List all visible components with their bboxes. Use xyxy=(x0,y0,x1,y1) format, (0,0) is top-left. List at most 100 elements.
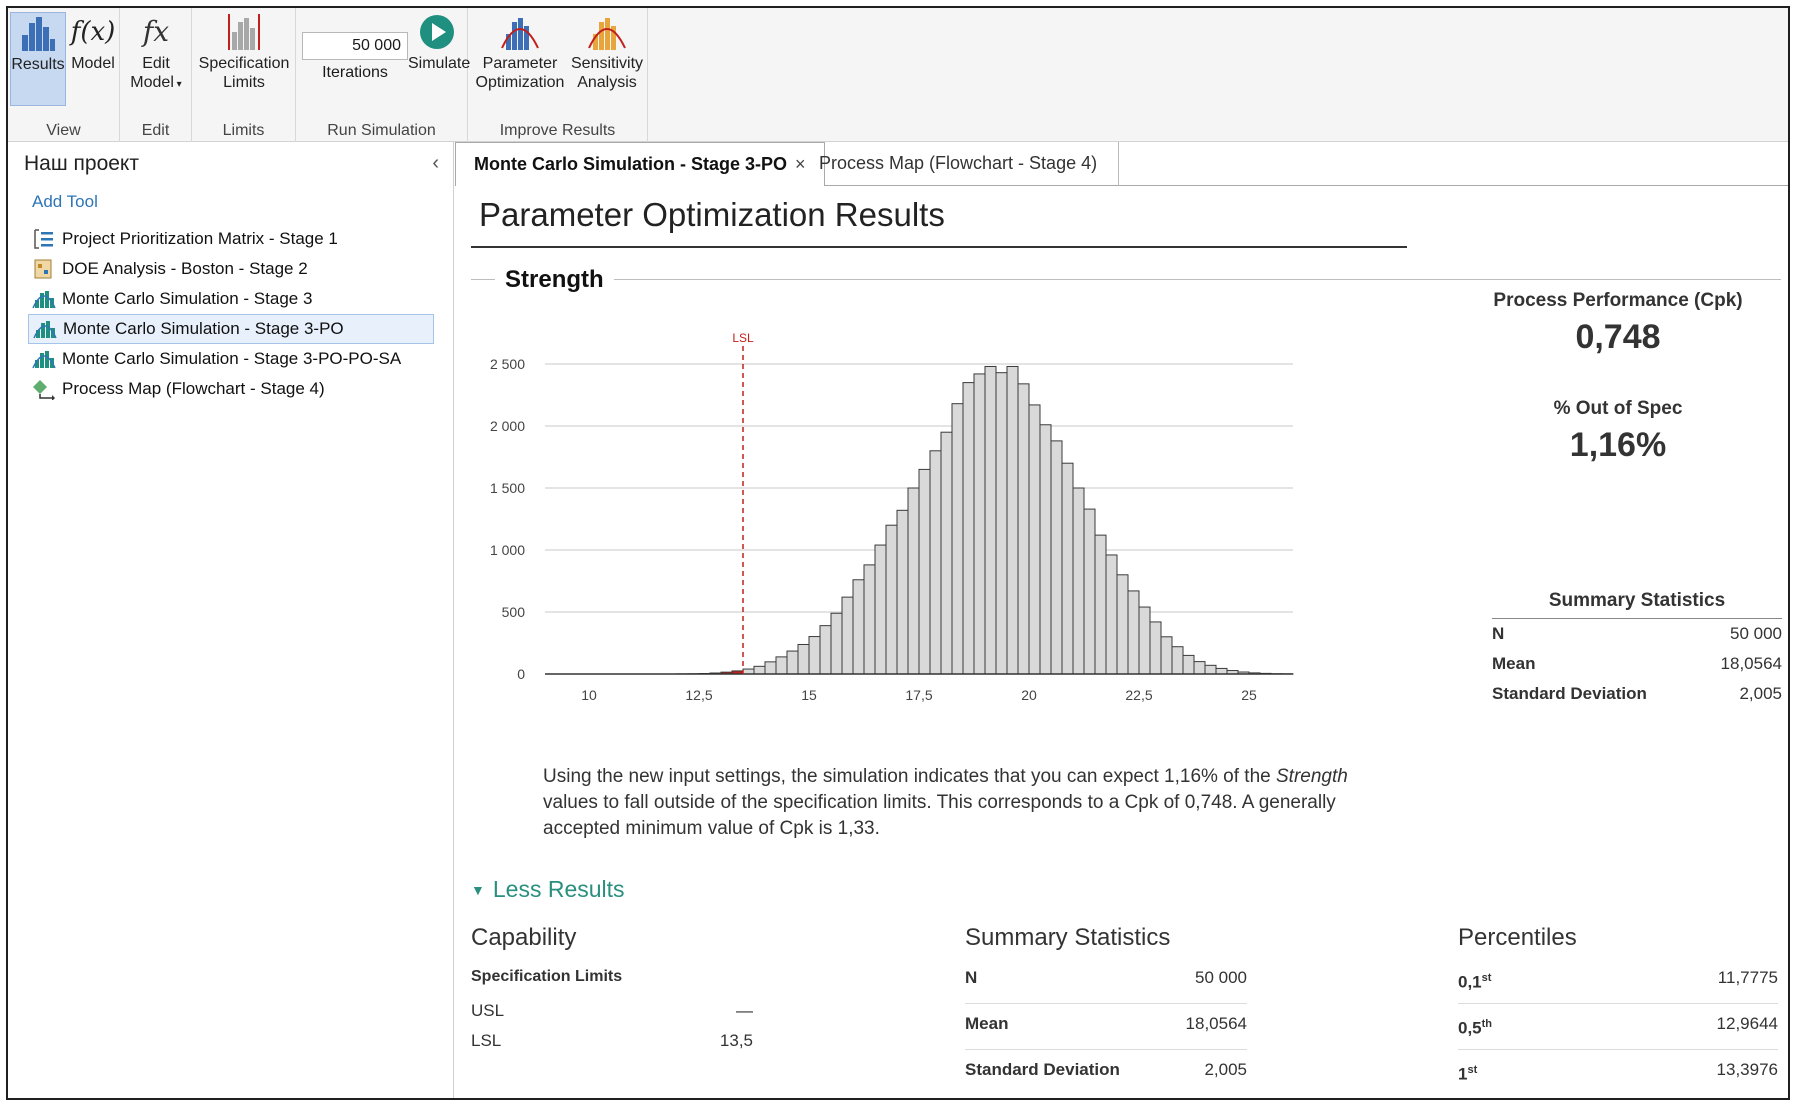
summary-bottom-value: 18,0564 xyxy=(1185,1014,1247,1033)
histogram-bar xyxy=(1039,424,1052,675)
histogram-bar xyxy=(907,487,920,675)
parameter-optimization-icon xyxy=(501,18,539,50)
y-tick-label: 1 500 xyxy=(490,480,525,496)
param-opt-label-1: Parameter xyxy=(482,55,558,72)
x-tick-label: 20 xyxy=(1021,687,1037,703)
y-tick-label: 1 000 xyxy=(490,542,525,558)
histogram-bar xyxy=(1182,654,1195,675)
doe-icon xyxy=(34,259,52,279)
specification-limits-button[interactable]: Specification Limits xyxy=(196,12,292,106)
less-results-toggle[interactable]: ▼ Less Results xyxy=(471,876,625,903)
percentile-row: 0,1st 11,7775 xyxy=(1458,958,1778,1004)
sensitivity-analysis-button[interactable]: Sensitivity Analysis xyxy=(568,12,646,106)
histogram-bar xyxy=(1160,636,1173,675)
summary-key: N xyxy=(1492,624,1505,643)
histogram-bar xyxy=(830,612,843,675)
desc-variable: Strength xyxy=(1276,766,1348,787)
edit-model-label-2: Model xyxy=(130,74,174,91)
summary-value: 2,005 xyxy=(1739,684,1782,703)
tree-item-process-map[interactable]: Process Map (Flowchart - Stage 4) xyxy=(28,374,434,404)
histogram-bar xyxy=(1193,661,1206,675)
iterations-input[interactable]: 50 000 xyxy=(302,32,408,60)
histogram-bar xyxy=(797,643,810,675)
tab-label: Monte Carlo Simulation - Stage 3-PO xyxy=(474,154,788,174)
histogram-bar xyxy=(874,544,887,675)
x-tick-label: 25 xyxy=(1241,687,1257,703)
histogram-bar xyxy=(764,661,777,675)
histogram-bar xyxy=(1138,606,1151,675)
tab-process-map[interactable]: Process Map (Flowchart - Stage 4) xyxy=(801,142,1119,186)
y-tick-label: 2 000 xyxy=(490,418,525,434)
percentile-row: 0,5th 12,9644 xyxy=(1458,1004,1778,1050)
tree-item-monte-carlo-stage3-po[interactable]: Monte Carlo Simulation - Stage 3-PO xyxy=(28,314,434,344)
app-window: Results f(x) Model View fx Edit Model ▾ … xyxy=(6,6,1790,1100)
sensitivity-analysis-icon xyxy=(588,18,626,50)
histogram-bar xyxy=(885,524,898,675)
sens-label-1: Sensitivity xyxy=(570,55,644,72)
histogram-bar xyxy=(1006,365,1019,675)
summary-bottom-value: 2,005 xyxy=(1204,1060,1247,1079)
percentile-key: 0,1st xyxy=(1458,958,1491,1003)
summary-row: Mean 18,0564 xyxy=(1492,649,1782,679)
histogram-bar xyxy=(1094,534,1107,675)
tree-item-label: Project Prioritization Matrix - Stage 1 xyxy=(62,229,338,248)
add-tool-link[interactable]: Add Tool xyxy=(32,192,98,212)
capability-section: Capability Specification Limits USL — LSL… xyxy=(471,924,753,1056)
summary-key: Mean xyxy=(1492,654,1536,673)
percentile-value: 13,3976 xyxy=(1716,1060,1778,1079)
histogram-bar xyxy=(1050,440,1063,675)
collapse-panel-icon[interactable]: ‹ xyxy=(432,152,439,175)
edit-model-button[interactable]: fx Edit Model ▾ xyxy=(128,12,184,106)
tree-item-label: Monte Carlo Simulation - Stage 3 xyxy=(62,289,313,308)
tree-item-monte-carlo-stage3-po-po-sa[interactable]: Monte Carlo Simulation - Stage 3-PO-PO-S… xyxy=(28,344,434,374)
monte-carlo-icon xyxy=(32,291,56,309)
tree-item-doe-analysis[interactable]: DOE Analysis - Boston - Stage 2 xyxy=(28,254,434,284)
edit-model-label-1: Edit xyxy=(142,55,170,72)
histogram-bar xyxy=(841,596,854,675)
histogram-bar xyxy=(962,382,975,675)
specification-limits-subtitle: Specification Limits xyxy=(471,968,623,985)
capability-key: LSL xyxy=(471,1031,502,1050)
percentile-suffix: st xyxy=(1481,972,1492,984)
summary-bottom-row: Mean 18,0564 xyxy=(965,1004,1247,1050)
group-label-view: View xyxy=(46,122,81,139)
histogram-bar xyxy=(995,372,1008,675)
y-tick-label: 2 500 xyxy=(490,356,525,372)
section-divider xyxy=(471,279,1781,280)
summary-bottom-key: Mean xyxy=(965,1014,1009,1033)
capability-title: Capability xyxy=(471,924,577,951)
histogram-bar xyxy=(819,625,832,675)
cpk-kpi: Process Performance (Cpk) 0,748 xyxy=(1463,290,1773,357)
histogram-bar xyxy=(786,650,799,675)
tree-item-label: Monte Carlo Simulation - Stage 3-PO xyxy=(63,319,344,338)
cpk-label: Process Performance (Cpk) xyxy=(1493,290,1743,311)
histogram-bar xyxy=(1127,590,1140,675)
histogram-bar xyxy=(984,365,997,675)
tree-item-prioritization-matrix[interactable]: Project Prioritization Matrix - Stage 1 xyxy=(28,224,434,254)
simulate-button[interactable]: Simulate xyxy=(408,12,470,106)
capability-value: 13,5 xyxy=(719,1031,753,1050)
y-tick-label: 0 xyxy=(517,666,525,682)
histogram-bar xyxy=(896,509,909,675)
results-button[interactable]: Results xyxy=(10,12,66,106)
monte-carlo-icon xyxy=(32,351,56,369)
model-label: Model xyxy=(71,55,115,72)
capability-value: — xyxy=(736,1001,753,1020)
tab-monte-carlo-stage3-po[interactable]: Monte Carlo Simulation - Stage 3-PO × xyxy=(455,142,825,187)
histogram-bar xyxy=(973,373,986,675)
desc-part-2: values to fall outside of the specificat… xyxy=(543,792,1336,839)
percentile-value: 12,9644 xyxy=(1716,1014,1778,1033)
project-panel: Наш проект ‹ Add Tool Project Prioritiza… xyxy=(8,142,454,1098)
histogram-bar xyxy=(1171,646,1184,675)
group-label-edit: Edit xyxy=(141,122,170,139)
model-button[interactable]: f(x) Model xyxy=(68,12,118,106)
desc-part-1: Using the new input settings, the simula… xyxy=(543,766,1276,787)
parameter-optimization-button[interactable]: Parameter Optimization xyxy=(474,12,566,106)
dropdown-caret-icon: ▾ xyxy=(173,79,182,90)
ribbon-group-view: Results f(x) Model View xyxy=(8,8,120,142)
tree-item-monte-carlo-stage3[interactable]: Monte Carlo Simulation - Stage 3 xyxy=(28,284,434,314)
ribbon: Results f(x) Model View fx Edit Model ▾ … xyxy=(8,8,1788,142)
percentile-number: 0,1 xyxy=(1458,972,1482,992)
simulate-label: Simulate xyxy=(408,55,471,72)
summary-statistics-section: Summary Statistics N 50 000 Mean 18,0564 S… xyxy=(965,924,1247,1096)
